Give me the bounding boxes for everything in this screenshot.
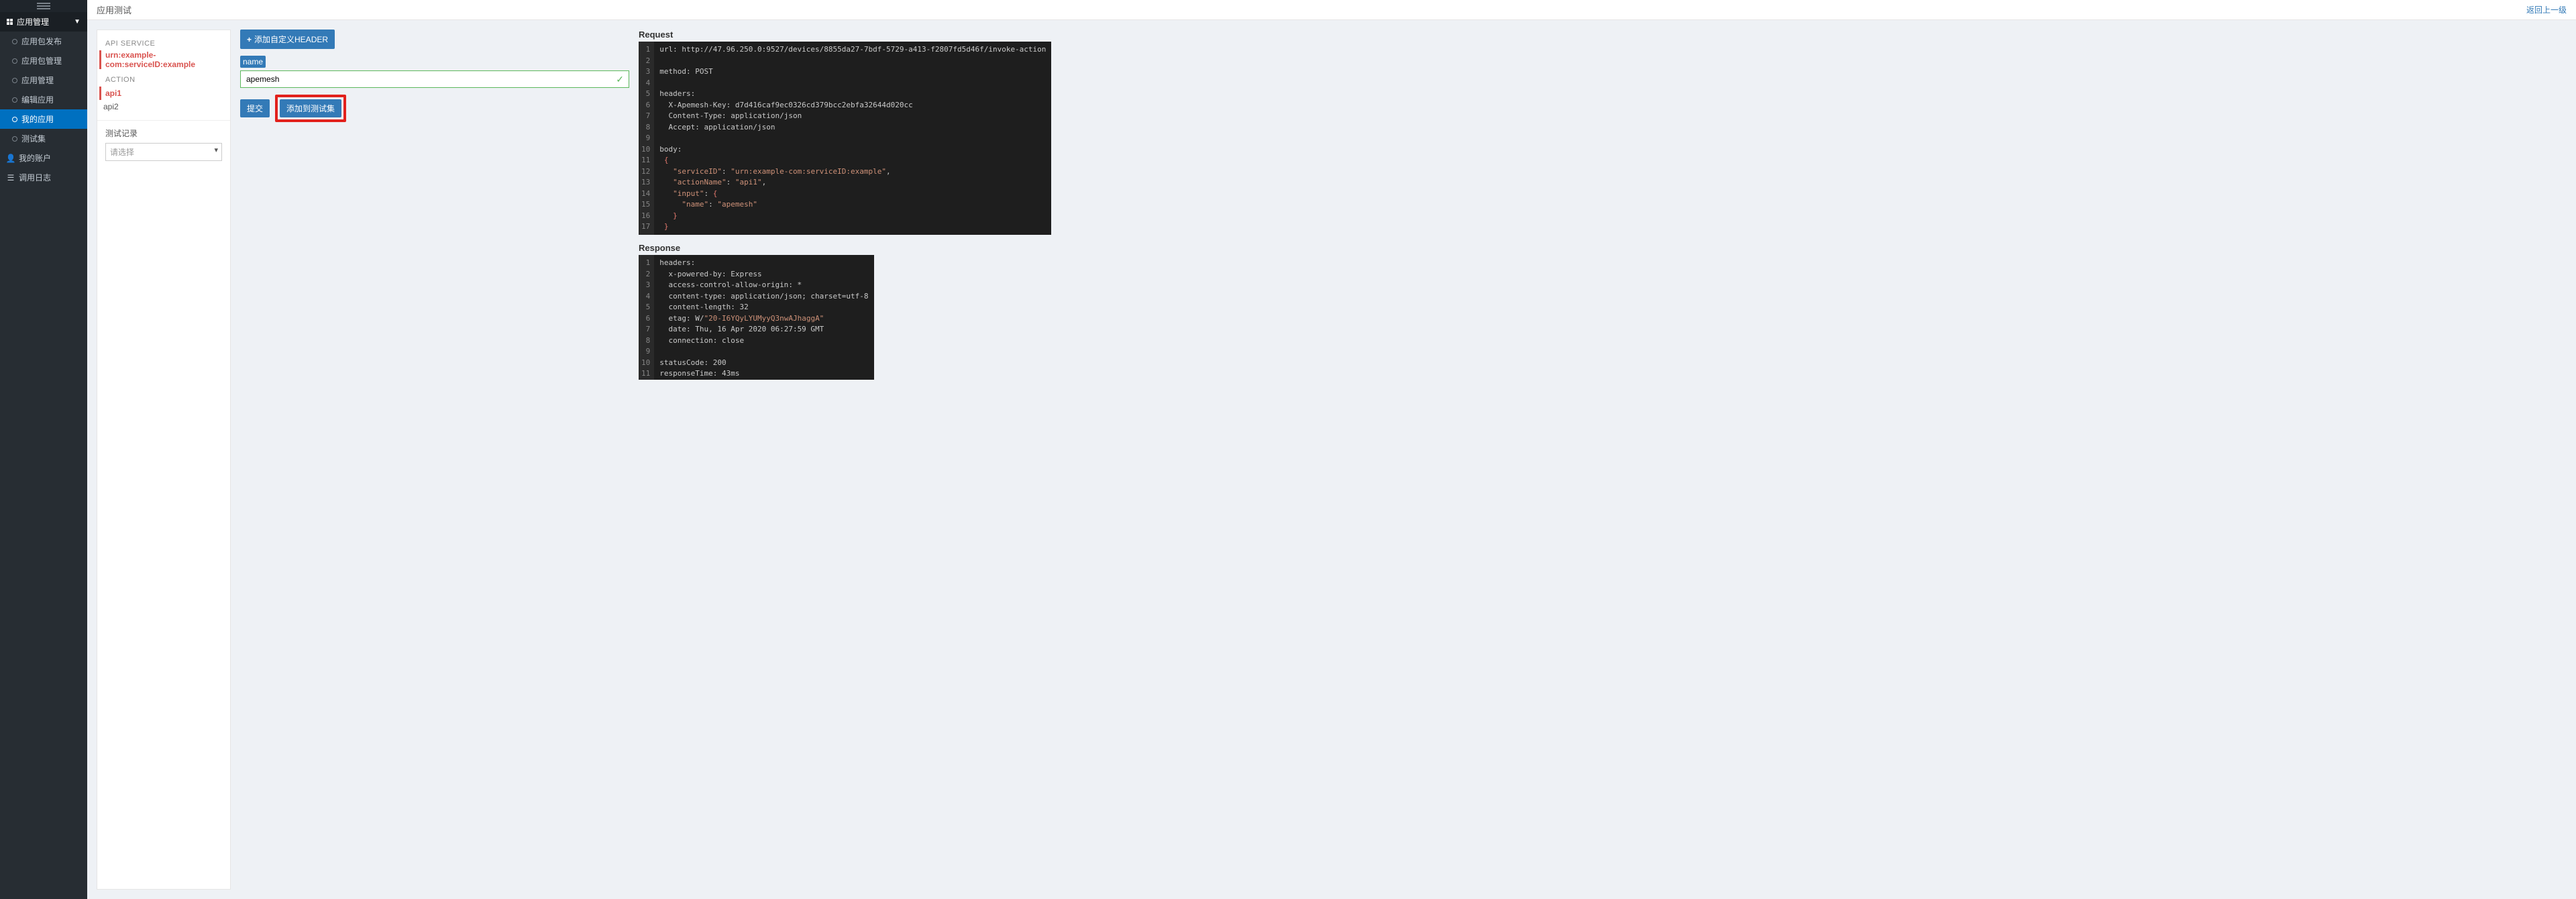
sidebar-item-publish[interactable]: 应用包发布 [0,32,87,51]
action-item-api1[interactable]: api1 [99,87,222,100]
circle-icon [12,39,17,44]
line-gutter: 1234567891011121314151617 [639,255,654,380]
sidebar-item-test-set[interactable]: 测试集 [0,129,87,148]
sidebar-group-label: 应用管理 [17,16,49,28]
chevron-down-icon: ▼ [74,18,80,25]
sidebar-item-my-account[interactable]: 👤我的账户 [0,148,87,168]
circle-icon [12,136,17,142]
circle-icon [12,78,17,83]
api-service-label: API SERVICE [105,40,222,48]
testlog-label: 测试记录 [105,127,222,139]
request-code-block[interactable]: 123456789101112131415161718 url: http://… [639,42,1051,235]
service-name: urn:example-com:serviceID:example [99,50,222,69]
sidebar-item-package-mgmt[interactable]: 应用包管理 [0,51,87,70]
sidebar-item-my-apps[interactable]: 我的应用 [0,109,87,129]
circle-icon [12,117,17,122]
name-input[interactable] [240,70,629,88]
page-title: 应用测试 [97,3,131,16]
response-code-block[interactable]: 1234567891011121314151617 headers: x-pow… [639,255,874,380]
submit-button[interactable]: 提交 [240,99,270,117]
sidebar-item-app-mgmt[interactable]: 应用管理 [0,70,87,90]
request-title: Request [639,30,2567,40]
sidebar-item-edit-app[interactable]: 编辑应用 [0,90,87,109]
form-panel: + 添加自定义HEADER name ✓ 提交 添加到测试集 [240,30,629,890]
menu-icon [37,3,50,9]
breadcrumb-bar: 应用测试 返回上一级 [87,0,2576,20]
response-code-content: headers: x-powered-by: Express access-co… [654,255,873,380]
service-panel: API SERVICE urn:example-com:serviceID:ex… [97,30,231,890]
sidebar-toggle[interactable] [0,0,87,12]
highlight-annotation: 添加到测试集 [275,95,346,122]
grid-icon [7,19,13,25]
add-to-testset-button[interactable]: 添加到测试集 [280,99,341,117]
sidebar-group-app-management[interactable]: 应用管理 ▼ [0,12,87,32]
response-title: Response [639,243,2567,253]
back-link[interactable]: 返回上一级 [2526,4,2567,15]
circle-icon [12,97,17,103]
sidebar: 应用管理 ▼ 应用包发布 应用包管理 应用管理 编辑应用 我的应用 测试集 👤我… [0,0,87,899]
circle-icon [12,58,17,64]
check-icon: ✓ [616,74,624,85]
action-item-api2[interactable]: api2 [99,100,222,113]
user-icon: 👤 [7,154,15,163]
testlog-select[interactable]: 请选择 [105,143,222,161]
action-label: ACTION [105,76,222,84]
plus-icon: + [247,35,252,44]
add-custom-header-button[interactable]: + 添加自定义HEADER [240,30,335,49]
field-label-name: name [240,56,266,68]
line-gutter: 123456789101112131415161718 [639,42,654,235]
list-icon: ☰ [7,173,15,182]
request-code-content: url: http://47.96.250.0:9527/devices/885… [654,42,1051,235]
sidebar-item-call-log[interactable]: ☰调用日志 [0,168,87,187]
divider [97,120,230,121]
